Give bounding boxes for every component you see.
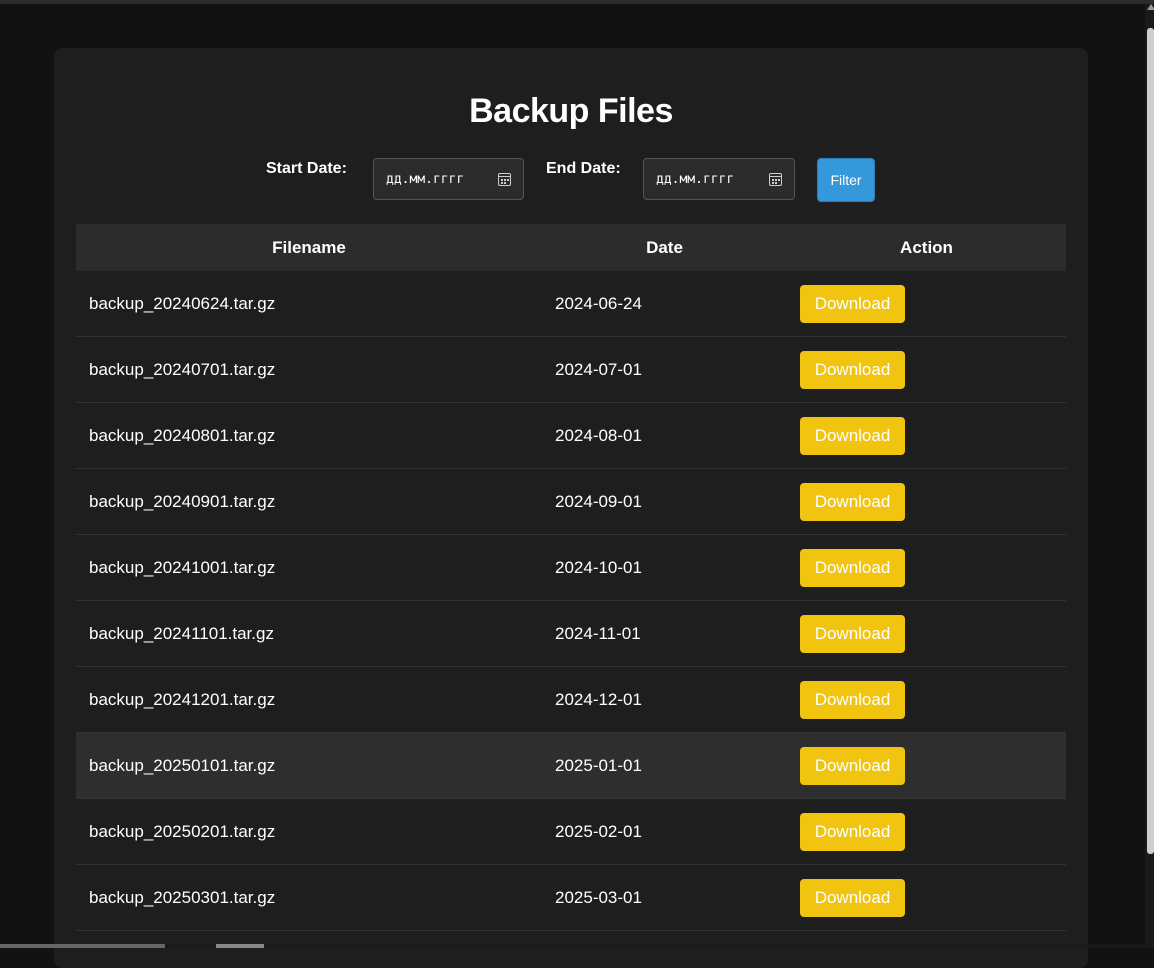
download-button[interactable]: Download bbox=[800, 680, 905, 719]
download-button[interactable]: Download bbox=[800, 878, 905, 917]
calendar-icon[interactable] bbox=[769, 172, 782, 186]
backup-files-table: Filename Date Action backup_20240624.tar… bbox=[76, 224, 1066, 931]
date-cell: 2025-01-01 bbox=[542, 732, 787, 799]
page-title: Backup Files bbox=[469, 92, 673, 130]
filename-cell: backup_20241201.tar.gz bbox=[76, 666, 542, 733]
table-header-row: Filename Date Action bbox=[76, 224, 1066, 271]
vertical-scrollbar-thumb[interactable] bbox=[1147, 28, 1154, 854]
start-date-input[interactable]: дд.мм.гггг bbox=[373, 158, 524, 200]
action-cell: Download bbox=[787, 666, 1066, 733]
date-cell: 2024-06-24 bbox=[542, 271, 787, 337]
date-cell: 2024-10-01 bbox=[542, 534, 787, 601]
filter-button[interactable]: Filter bbox=[817, 158, 875, 202]
end-date-label: End Date: bbox=[546, 160, 621, 177]
table-row: backup_20240701.tar.gz 2024-07-01 Downlo… bbox=[76, 336, 1066, 403]
filename-cell: backup_20240801.tar.gz bbox=[76, 402, 542, 469]
download-button[interactable]: Download bbox=[800, 416, 905, 455]
action-cell: Download bbox=[787, 468, 1066, 535]
download-button[interactable]: Download bbox=[800, 746, 905, 785]
download-button[interactable]: Download bbox=[800, 614, 905, 653]
download-button[interactable]: Download bbox=[800, 284, 905, 323]
end-date-placeholder: дд.мм.гггг bbox=[656, 171, 735, 187]
table-row: backup_20241201.tar.gz 2024-12-01 Downlo… bbox=[76, 666, 1066, 733]
date-cell: 2025-03-01 bbox=[542, 864, 787, 931]
action-cell: Download bbox=[787, 864, 1066, 931]
table-row: backup_20250301.tar.gz 2025-03-01 Downlo… bbox=[76, 864, 1066, 931]
date-cell: 2024-07-01 bbox=[542, 336, 787, 403]
filename-cell: backup_20241101.tar.gz bbox=[76, 600, 542, 667]
action-cell: Download bbox=[787, 798, 1066, 865]
filename-cell: backup_20250301.tar.gz bbox=[76, 864, 542, 931]
filename-cell: backup_20240901.tar.gz bbox=[76, 468, 542, 535]
filename-cell: backup_20250201.tar.gz bbox=[76, 798, 542, 865]
action-cell: Download bbox=[787, 402, 1066, 469]
download-button[interactable]: Download bbox=[800, 812, 905, 851]
download-button[interactable]: Download bbox=[800, 482, 905, 521]
filename-cell: backup_20240701.tar.gz bbox=[76, 336, 542, 403]
horizontal-scrollbar-thumb[interactable] bbox=[0, 944, 165, 948]
table-row: backup_20240801.tar.gz 2024-08-01 Downlo… bbox=[76, 402, 1066, 469]
window-top-border bbox=[0, 0, 1154, 4]
action-cell: Download bbox=[787, 534, 1066, 601]
calendar-icon[interactable] bbox=[498, 172, 511, 186]
action-cell: Download bbox=[787, 271, 1066, 337]
table-row: backup_20241001.tar.gz 2024-10-01 Downlo… bbox=[76, 534, 1066, 601]
column-header-action: Action bbox=[787, 224, 1066, 271]
start-date-label: Start Date: bbox=[266, 160, 347, 177]
table-row: backup_20240624.tar.gz 2024-06-24 Downlo… bbox=[76, 271, 1066, 337]
download-button[interactable]: Download bbox=[800, 350, 905, 389]
table-row: backup_20241101.tar.gz 2024-11-01 Downlo… bbox=[76, 600, 1066, 667]
table-row: backup_20250201.tar.gz 2025-02-01 Downlo… bbox=[76, 798, 1066, 865]
action-cell: Download bbox=[787, 600, 1066, 667]
horizontal-scrollbar-thumb-secondary[interactable] bbox=[216, 944, 264, 948]
scroll-up-arrow-icon[interactable] bbox=[1147, 4, 1154, 10]
table-row-hovered: backup_20250101.tar.gz 2025-01-01 Downlo… bbox=[76, 732, 1066, 799]
date-cell: 2025-02-01 bbox=[542, 798, 787, 865]
date-cell: 2024-11-01 bbox=[542, 600, 787, 667]
horizontal-scrollbar-track[interactable] bbox=[0, 944, 1145, 948]
filename-cell: backup_20250101.tar.gz bbox=[76, 732, 542, 799]
date-cell: 2024-08-01 bbox=[542, 402, 787, 469]
action-cell: Download bbox=[787, 336, 1066, 403]
end-date-input[interactable]: дд.мм.гггг bbox=[643, 158, 795, 200]
action-cell: Download bbox=[787, 732, 1066, 799]
date-cell: 2024-12-01 bbox=[542, 666, 787, 733]
filename-cell: backup_20241001.tar.gz bbox=[76, 534, 542, 601]
column-header-date: Date bbox=[542, 224, 787, 271]
date-cell: 2024-09-01 bbox=[542, 468, 787, 535]
filename-cell: backup_20240624.tar.gz bbox=[76, 271, 542, 337]
table-row: backup_20240901.tar.gz 2024-09-01 Downlo… bbox=[76, 468, 1066, 535]
start-date-placeholder: дд.мм.гггг bbox=[386, 171, 465, 187]
download-button[interactable]: Download bbox=[800, 548, 905, 587]
column-header-filename: Filename bbox=[76, 224, 542, 271]
